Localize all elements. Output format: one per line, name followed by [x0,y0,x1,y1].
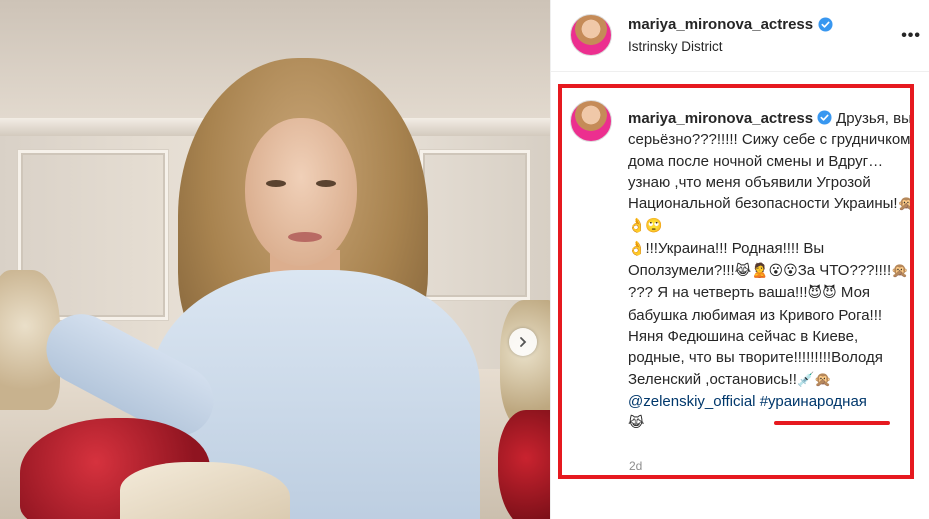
chevron-right-icon [520,337,527,347]
more-options-icon[interactable]: ••• [901,27,921,45]
eye [316,180,336,187]
annotation-underline [774,421,890,425]
post-location[interactable]: Istrinsky District [628,39,723,54]
eye [266,180,286,187]
lips [288,232,322,242]
avatar[interactable] [570,14,612,56]
verified-badge-icon [818,17,833,32]
header-username[interactable]: mariya_mironova_actress [628,16,813,33]
red-pillow [498,410,550,519]
annotation-box [558,84,914,479]
woman-face [245,118,357,266]
header-user: mariya_mironova_actress [628,16,833,33]
post-photo [0,0,550,519]
wall-panel [420,150,530,300]
carousel-next-button[interactable] [509,328,537,356]
post-header: mariya_mironova_actress Istrinsky Distri… [551,0,929,72]
